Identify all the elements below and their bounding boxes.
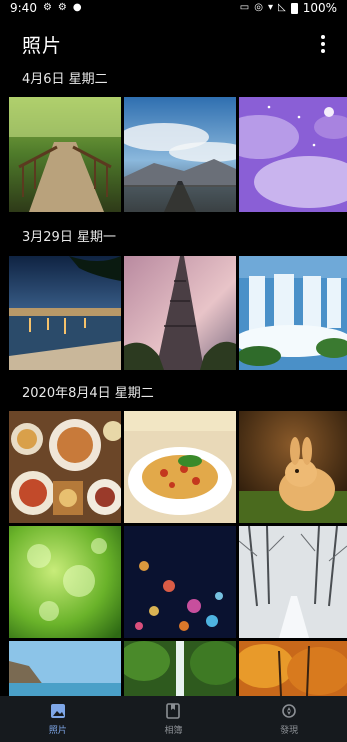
photo-thumbnail[interactable]	[9, 526, 121, 638]
photo-thumbnail[interactable]	[239, 526, 347, 638]
nav-label-albums: 相簿	[164, 726, 183, 736]
battery-percent: 100%	[302, 1, 337, 15]
bottom-navigation: 照片 相簿 發現	[0, 696, 347, 742]
status-time: 9:40	[10, 1, 37, 15]
photo-thumbnail[interactable]	[124, 641, 236, 696]
more-vert-icon	[321, 35, 325, 39]
settings-icon: ⚙	[57, 2, 67, 13]
no-signal-icon: ◺	[277, 2, 286, 13]
photo-thumbnail[interactable]	[124, 256, 236, 370]
date-header: 4月6日 星期二	[22, 72, 108, 87]
more-vert-icon-dot	[321, 49, 325, 53]
photos-icon	[50, 704, 65, 718]
photo-thumbnail[interactable]	[9, 97, 121, 212]
photo-thumbnail[interactable]	[9, 641, 121, 696]
albums-icon	[166, 703, 181, 719]
app-bar: 照片	[0, 24, 347, 64]
wifi-icon: ▾	[267, 2, 273, 13]
vibrate-icon: ◎	[254, 2, 263, 13]
photo-thumbnail[interactable]	[239, 97, 347, 212]
photo-thumbnail[interactable]	[9, 256, 121, 370]
nfc-icon: ▭	[239, 2, 250, 13]
nav-label-discover: 發現	[280, 726, 299, 736]
more-vert-icon-dot	[321, 42, 325, 46]
nav-tab-albums[interactable]: 相簿	[133, 702, 213, 736]
nav-tab-photos[interactable]: 照片	[18, 702, 98, 736]
nav-label-photos: 照片	[48, 726, 67, 736]
more-options-button[interactable]	[313, 29, 333, 59]
messenger-icon: ●	[72, 2, 82, 13]
date-header: 3月29日 星期一	[22, 230, 116, 245]
battery-icon	[290, 2, 298, 14]
date-header: 2020年8月4日 星期二	[22, 386, 154, 401]
photo-thumbnail[interactable]	[239, 411, 347, 523]
photo-thumbnail[interactable]	[239, 641, 347, 696]
photo-thumbnail[interactable]	[124, 526, 236, 638]
page-title: 照片	[22, 34, 63, 57]
photo-thumbnail[interactable]	[124, 97, 236, 212]
nav-tab-discover[interactable]: 發現	[249, 702, 329, 736]
status-bar: 9:40 ⚙ ⚙ ● ▭ ◎ ▾ ◺ 100%	[0, 0, 347, 16]
photo-thumbnail[interactable]	[124, 411, 236, 523]
photo-thumbnail[interactable]	[239, 256, 347, 370]
notification-icon: ⚙	[42, 2, 52, 13]
discover-icon	[282, 704, 296, 718]
photo-thumbnail[interactable]	[9, 411, 121, 523]
